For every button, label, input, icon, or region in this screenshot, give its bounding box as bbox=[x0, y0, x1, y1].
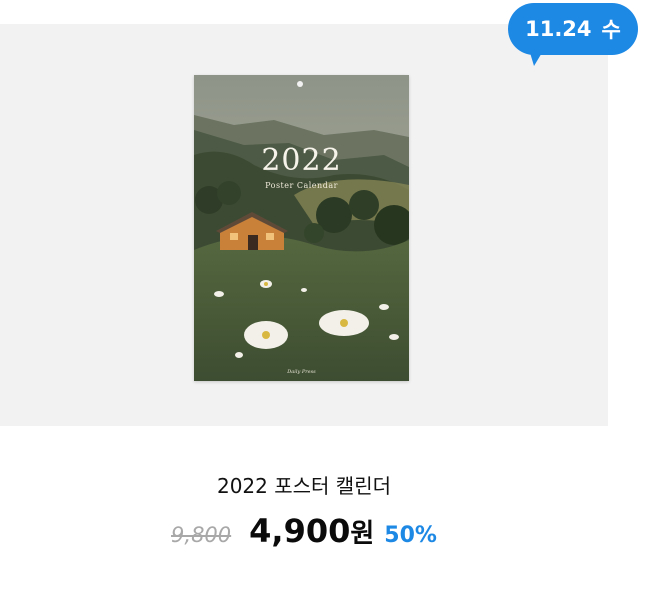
product-title[interactable]: 2022 포스터 캘린더 bbox=[0, 470, 608, 499]
product-image-panel[interactable]: 2022 Poster Calendar Daily Press bbox=[0, 24, 608, 426]
badge-date: 11.24 bbox=[525, 17, 592, 41]
currency-label: 원 bbox=[350, 519, 375, 549]
price-row: 9,800 4,900 원 50% bbox=[0, 512, 608, 550]
poster-year: 2022 bbox=[261, 143, 342, 178]
poster-brand: Daily Press bbox=[287, 369, 316, 375]
poster-calendar-image: 2022 Poster Calendar Daily Press bbox=[194, 75, 409, 381]
poster-landscape-illustration bbox=[194, 75, 409, 381]
badge-weekday: 수 bbox=[601, 18, 621, 42]
product-card[interactable]: 2022 Poster Calendar Daily Press 11.24 수… bbox=[0, 0, 653, 589]
sale-price: 4,900 bbox=[249, 512, 351, 550]
discount-rate: 50% bbox=[384, 523, 437, 548]
hang-hole bbox=[297, 81, 303, 87]
poster-subtitle: Poster Calendar bbox=[265, 181, 338, 190]
badge-tail bbox=[528, 46, 546, 66]
original-price: 9,800 bbox=[171, 523, 232, 547]
